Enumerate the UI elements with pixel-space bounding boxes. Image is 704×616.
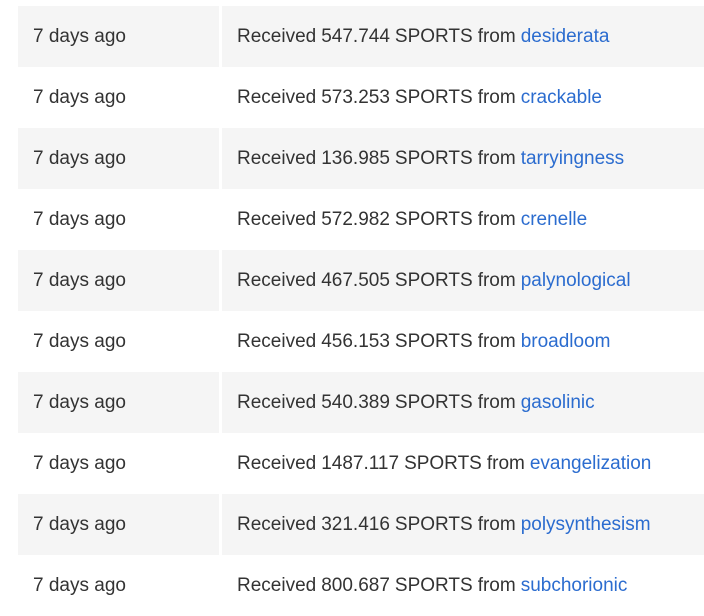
- token-symbol: SPORTS: [394, 86, 473, 108]
- token-symbol: SPORTS: [394, 269, 473, 291]
- amount: 1487.117: [321, 452, 400, 474]
- token-symbol: SPORTS: [394, 513, 473, 535]
- description-cell: Received 1487.117 SPORTS from evangelization: [222, 433, 704, 494]
- from-label: from: [477, 25, 516, 47]
- description-cell: Received 321.416 SPORTS from polysynthesism: [222, 494, 704, 555]
- time-cell: 7 days ago: [18, 433, 219, 494]
- amount: 456.153: [321, 330, 390, 352]
- amount: 540.389: [321, 391, 390, 413]
- received-label: Received: [237, 208, 317, 230]
- received-label: Received: [237, 25, 317, 47]
- from-label: from: [477, 391, 516, 413]
- received-label: Received: [237, 391, 317, 413]
- transaction-history-table: 7 days ago Received 547.744 SPORTS from desi…: [18, 6, 704, 616]
- sender-link[interactable]: palynological: [521, 270, 631, 292]
- table-row: 7 days ago Received 456.153 SPORTS from broa…: [18, 311, 704, 372]
- from-label: from: [477, 269, 516, 291]
- table-row: 7 days ago Received 573.253 SPORTS from crac…: [18, 67, 704, 128]
- time-cell: 7 days ago: [18, 494, 219, 555]
- from-label: from: [477, 86, 516, 108]
- table-row: 7 days ago Received 540.389 SPORTS from gaso…: [18, 372, 704, 433]
- received-label: Received: [237, 330, 317, 352]
- table-row: 7 days ago Received 136.985 SPORTS from tarr…: [18, 128, 704, 189]
- received-label: Received: [237, 269, 317, 291]
- sender-link[interactable]: tarryingness: [521, 148, 625, 170]
- sender-link[interactable]: gasolinic: [521, 392, 595, 414]
- table-row: 7 days ago Received 467.505 SPORTS from paly…: [18, 250, 704, 311]
- amount: 572.982: [321, 208, 390, 230]
- token-symbol: SPORTS: [394, 391, 473, 413]
- amount: 321.416: [321, 513, 390, 535]
- sender-link[interactable]: crackable: [521, 87, 602, 109]
- description-cell: Received 800.687 SPORTS from subchorionic: [222, 555, 704, 616]
- sender-link[interactable]: desiderata: [521, 26, 610, 48]
- received-label: Received: [237, 147, 317, 169]
- table-row: 7 days ago Received 572.982 SPORTS from cren…: [18, 189, 704, 250]
- received-label: Received: [237, 574, 317, 596]
- token-symbol: SPORTS: [394, 208, 473, 230]
- token-symbol: SPORTS: [394, 147, 473, 169]
- time-cell: 7 days ago: [18, 6, 219, 67]
- from-label: from: [477, 330, 516, 352]
- from-label: from: [477, 147, 516, 169]
- from-label: from: [477, 513, 516, 535]
- received-label: Received: [237, 513, 317, 535]
- table-row: 7 days ago Received 800.687 SPORTS from subc…: [18, 555, 704, 616]
- from-label: from: [486, 452, 525, 474]
- time-cell: 7 days ago: [18, 128, 219, 189]
- time-cell: 7 days ago: [18, 311, 219, 372]
- description-cell: Received 136.985 SPORTS from tarryingness: [222, 128, 704, 189]
- sender-link[interactable]: broadloom: [521, 331, 611, 353]
- description-cell: Received 572.982 SPORTS from crenelle: [222, 189, 704, 250]
- amount: 573.253: [321, 86, 390, 108]
- token-symbol: SPORTS: [394, 574, 473, 596]
- amount: 800.687: [321, 574, 390, 596]
- time-cell: 7 days ago: [18, 250, 219, 311]
- sender-link[interactable]: subchorionic: [521, 575, 628, 597]
- time-cell: 7 days ago: [18, 555, 219, 616]
- from-label: from: [477, 208, 516, 230]
- amount: 467.505: [321, 269, 390, 291]
- time-cell: 7 days ago: [18, 372, 219, 433]
- description-cell: Received 467.505 SPORTS from palynological: [222, 250, 704, 311]
- token-symbol: SPORTS: [394, 25, 473, 47]
- description-cell: Received 456.153 SPORTS from broadloom: [222, 311, 704, 372]
- table-row: 7 days ago Received 321.416 SPORTS from poly…: [18, 494, 704, 555]
- time-cell: 7 days ago: [18, 189, 219, 250]
- from-label: from: [477, 574, 516, 596]
- received-label: Received: [237, 86, 317, 108]
- sender-link[interactable]: crenelle: [521, 209, 588, 231]
- table-row: 7 days ago Received 547.744 SPORTS from desi…: [18, 6, 704, 67]
- table-row: 7 days ago Received 1487.117 SPORTS from eva…: [18, 433, 704, 494]
- received-label: Received: [237, 452, 317, 474]
- description-cell: Received 547.744 SPORTS from desiderata: [222, 6, 704, 67]
- token-symbol: SPORTS: [404, 452, 482, 474]
- sender-link[interactable]: polysynthesism: [521, 514, 651, 536]
- time-cell: 7 days ago: [18, 67, 219, 128]
- sender-link[interactable]: evangelization: [530, 453, 651, 475]
- token-symbol: SPORTS: [394, 330, 473, 352]
- description-cell: Received 573.253 SPORTS from crackable: [222, 67, 704, 128]
- description-cell: Received 540.389 SPORTS from gasolinic: [222, 372, 704, 433]
- amount: 136.985: [321, 147, 390, 169]
- amount: 547.744: [321, 25, 390, 47]
